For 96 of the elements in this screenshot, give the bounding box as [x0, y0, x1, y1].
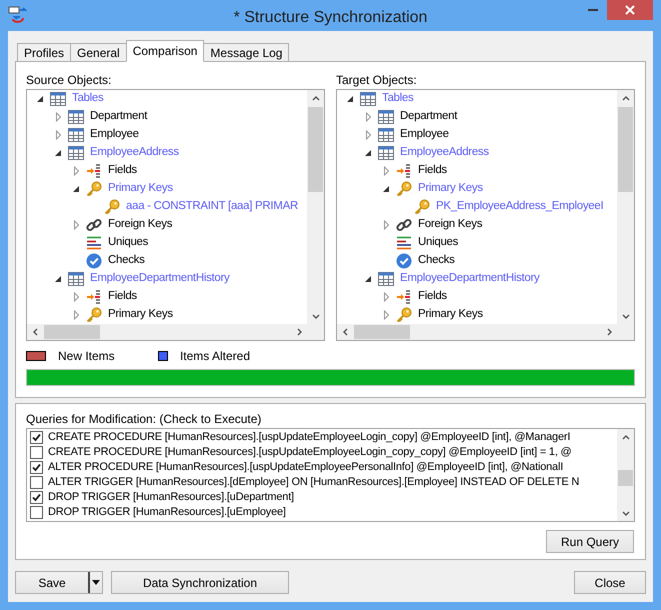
- checkbox[interactable]: [30, 476, 43, 489]
- key-icon: [104, 199, 120, 215]
- uniques-icon: [396, 235, 412, 251]
- tree-item[interactable]: Fields: [108, 162, 137, 180]
- key-icon: [86, 307, 102, 323]
- tree-item[interactable]: Primary Keys: [418, 306, 483, 324]
- close-button[interactable]: [607, 0, 653, 20]
- checkbox[interactable]: [30, 446, 43, 459]
- query-text: CREATE PROCEDURE [HumanResources].[uspUpdateEmployeeLogin_copy_copy] @EmployeeID [int] = 1, @: [48, 445, 572, 460]
- table-icon: [68, 109, 84, 125]
- query-text: DROP TRIGGER [HumanResources].[uEmployee]: [48, 505, 286, 520]
- tree-item[interactable]: Fields: [418, 162, 447, 180]
- app-icon[interactable]: [8, 6, 28, 24]
- tree-item[interactable]: Foreign Keys: [418, 216, 482, 234]
- tree-item[interactable]: EmployeeAddress: [90, 144, 179, 162]
- check-circle-icon: [396, 253, 412, 269]
- tree-item[interactable]: Fields: [108, 288, 137, 306]
- tree-item[interactable]: Uniques: [108, 234, 148, 252]
- scrollbar-thumb[interactable]: [618, 470, 633, 486]
- key-icon: [396, 307, 412, 323]
- caret-icon: [92, 580, 100, 585]
- horizontal-scrollbar[interactable]: [337, 324, 617, 340]
- checkbox[interactable]: [30, 431, 43, 444]
- tree-item[interactable]: Department: [400, 108, 458, 126]
- vertical-scrollbar[interactable]: [617, 429, 634, 521]
- panel-label: Source Objects:: [26, 72, 112, 89]
- tree-item[interactable]: EmployeeDepartmentHistory: [400, 270, 540, 288]
- query-text: CREATE PROCEDURE [HumanResources].[uspUpdateEmployeeLogin_copy] @EmployeeID [int], @ManagerI: [48, 430, 570, 446]
- key-icon: [86, 181, 102, 197]
- scrollbar-thumb[interactable]: [354, 325, 410, 339]
- uniques-icon: [86, 235, 102, 251]
- table-icon: [68, 145, 84, 161]
- data-synchronization-button[interactable]: Data Synchronization: [111, 571, 289, 594]
- tree-item[interactable]: Primary Keys: [108, 306, 173, 324]
- check-icon: [32, 463, 41, 472]
- tab[interactable]: Comparison: [126, 40, 204, 62]
- key-icon: [396, 181, 412, 197]
- table-icon: [378, 145, 394, 161]
- minimize-icon: [588, 8, 598, 12]
- tree-item[interactable]: Primary Keys: [418, 180, 483, 198]
- tree-item[interactable]: Checks: [108, 252, 145, 270]
- panel-label: Target Objects:: [336, 72, 418, 89]
- scroll-left-icon[interactable]: [30, 327, 40, 337]
- table-icon: [68, 271, 84, 287]
- tree-item[interactable]: Tables: [382, 90, 414, 108]
- fields-icon: [396, 163, 412, 179]
- window-title: * Structure Synchronization: [232, 8, 428, 28]
- dropdown-button[interactable]: [88, 572, 102, 593]
- close-icon: [625, 5, 635, 15]
- save-button[interactable]: Save: [16, 572, 88, 593]
- tree-item[interactable]: Checks: [418, 252, 455, 270]
- query-text: ALTER TRIGGER [HumanResources].[dEmployee] ON [HumanResources].[Employee] INSTEAD OF DELETE N: [48, 475, 580, 490]
- table-icon: [378, 127, 394, 143]
- fields-icon: [86, 289, 102, 305]
- close-dialog-button[interactable]: Close: [574, 571, 646, 594]
- vertical-scrollbar[interactable]: [307, 90, 324, 324]
- scroll-left-icon[interactable]: [340, 327, 350, 337]
- tab[interactable]: Profiles: [17, 43, 72, 62]
- tree-item[interactable]: Primary Keys: [108, 180, 173, 198]
- tree-item[interactable]: Uniques: [418, 234, 458, 252]
- horizontal-scrollbar[interactable]: [27, 324, 307, 340]
- run-query-button[interactable]: Run Query: [546, 530, 634, 553]
- check-circle-icon: [86, 253, 102, 269]
- fields-icon: [86, 163, 102, 179]
- table-icon: [378, 109, 394, 125]
- vertical-scrollbar[interactable]: [617, 90, 634, 324]
- query-text: DROP TRIGGER [HumanResources].[uDepartment]: [48, 490, 294, 506]
- tab[interactable]: Message Log: [203, 43, 290, 62]
- tree-item[interactable]: Employee: [400, 126, 449, 144]
- link-icon: [86, 217, 102, 233]
- tree-item[interactable]: EmployeeAddress: [400, 144, 489, 162]
- table-icon: [68, 127, 84, 143]
- check-icon: [32, 433, 41, 442]
- tree-item[interactable]: Tables: [72, 90, 104, 108]
- tree-item[interactable]: Employee: [90, 126, 139, 144]
- legend-label: New Items: [58, 348, 115, 365]
- table-icon: [378, 271, 394, 287]
- checkbox[interactable]: [30, 506, 43, 519]
- checkbox[interactable]: [30, 461, 43, 474]
- link-icon: [396, 217, 412, 233]
- scrollbar-thumb[interactable]: [44, 325, 100, 339]
- check-icon: [32, 493, 41, 502]
- tree-item[interactable]: Department: [90, 108, 148, 126]
- tree-item[interactable]: EmployeeDepartmentHistory: [90, 270, 230, 288]
- tree-item[interactable]: Fields: [418, 288, 447, 306]
- checkbox[interactable]: [30, 491, 43, 504]
- key-icon: [414, 199, 430, 215]
- tree-item[interactable]: aaa - CONSTRAINT [aaa] PRIMAR: [126, 198, 298, 216]
- scrollbar-thumb[interactable]: [618, 107, 633, 192]
- scrollbar-thumb[interactable]: [308, 107, 323, 192]
- tree-item[interactable]: Foreign Keys: [108, 216, 172, 234]
- section-label: Queries for Modification: (Check to Execute): [26, 411, 262, 426]
- legend-label: Items Altered: [180, 348, 250, 365]
- fields-icon: [396, 289, 412, 305]
- query-text: ALTER PROCEDURE [HumanResources].[uspUpdateEmployeePersonalInfo] @EmployeeID [int], @NationalI: [48, 460, 564, 476]
- tree-item[interactable]: PK_EmployeeAddress_EmployeeI: [436, 198, 604, 216]
